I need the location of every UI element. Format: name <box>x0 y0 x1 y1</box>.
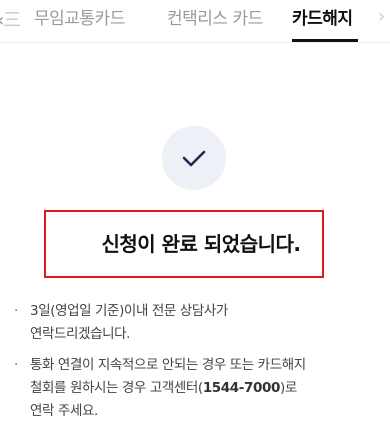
bullet: · <box>14 303 18 319</box>
customer-center-phone[interactable]: 1544-7000 <box>203 380 281 396</box>
notice-text: 철회를 원하시는 경우 고객센터( <box>30 380 203 396</box>
tab-free-transit-card[interactable]: 무임교통카드 <box>34 4 125 29</box>
notice-text: 3일(영업일 기준)이내 전문 상담사가 <box>30 303 228 319</box>
notice-text: 통화 연결이 지속적으로 안되는 경우 또는 카드해지 <box>30 357 306 373</box>
notice-item-contact: · 통화 연결이 지속적으로 안되는 경우 또는 카드해지 철회를 원하시는 경… <box>14 354 384 423</box>
active-tab-indicator <box>292 39 358 42</box>
notice-text: )로 <box>279 380 297 396</box>
notice-text: 연락드리겠습니다. <box>30 326 131 342</box>
notice-list: · 3일(영업일 기준)이내 전문 상담사가 연락드리겠습니다. · 통화 연결… <box>14 300 384 431</box>
check-icon <box>162 126 226 190</box>
tab-card-cancel[interactable]: 카드해지 <box>292 4 353 29</box>
notice-text: 연락 주세요. <box>30 403 98 419</box>
tab-partial-label: 三 <box>3 10 21 31</box>
page: ‹三 무임교통카드 컨택리스 카드 카드해지 › 신청이 완료 되었습니다. ·… <box>0 0 390 433</box>
bullet: · <box>14 357 18 373</box>
completion-message: 신청이 완료 되었습니다. <box>101 232 301 256</box>
tab-contactless-card[interactable]: 컨택리스 카드 <box>167 4 263 29</box>
tab-bar: ‹三 무임교통카드 컨택리스 카드 카드해지 › <box>0 0 390 43</box>
tab-scroll-left[interactable]: ‹三 <box>0 6 21 32</box>
chevron-right-icon[interactable]: › <box>378 6 385 27</box>
notice-item-callback: · 3일(영업일 기준)이내 전문 상담사가 연락드리겠습니다. <box>14 300 384 346</box>
